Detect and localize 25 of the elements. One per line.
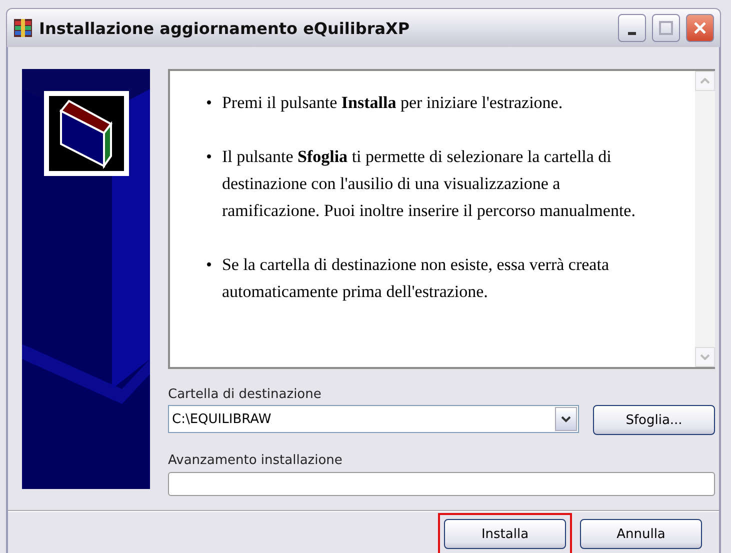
close-button[interactable]: [686, 14, 714, 42]
minimize-button[interactable]: [618, 14, 646, 42]
instruction-text: Il pulsante Sfoglia ti permette di selezionare la cartella di destinazione con l'ausilio di una visualizzazione a ramificazione. Puoi inoltre inserire il percorso manualmente.: [222, 146, 636, 222]
box-logo-icon: [49, 96, 124, 171]
bullet-text: •: [206, 92, 212, 114]
scrollbar[interactable]: [695, 71, 715, 367]
field-label: Cartella di destinazione: [168, 387, 322, 402]
scroll-down-icon[interactable]: [695, 347, 715, 367]
app-icon: [13, 18, 33, 38]
instruction-text: Se la cartella di destinazione non esiste, essa verrà creata automaticamente prima dell'estrazione.: [222, 254, 610, 303]
close-icon: [693, 21, 707, 35]
maximize-icon: [659, 21, 673, 35]
browse-button[interactable]: Sfoglia...: [593, 405, 715, 435]
bullet-text: •: [206, 146, 212, 168]
minimize-icon: [628, 32, 636, 34]
dialog-button[interactable]: Installa: [444, 519, 566, 549]
instruction-text: Premi il pulsante Installa per iniziare l'estrazione.: [222, 92, 563, 114]
progress-label: Avanzamento installazione: [168, 453, 344, 468]
window-title: Installazione aggiornamento eQuilibraXP: [39, 18, 411, 38]
maximize-button[interactable]: [652, 14, 680, 42]
bullet-text: •: [206, 254, 212, 276]
scroll-up-icon[interactable]: [695, 71, 715, 91]
dialog-button[interactable]: Annulla: [580, 519, 702, 549]
dropdown-icon[interactable]: [555, 407, 577, 431]
destination-combo[interactable]: C:\EQUILIBRAW: [168, 405, 579, 433]
